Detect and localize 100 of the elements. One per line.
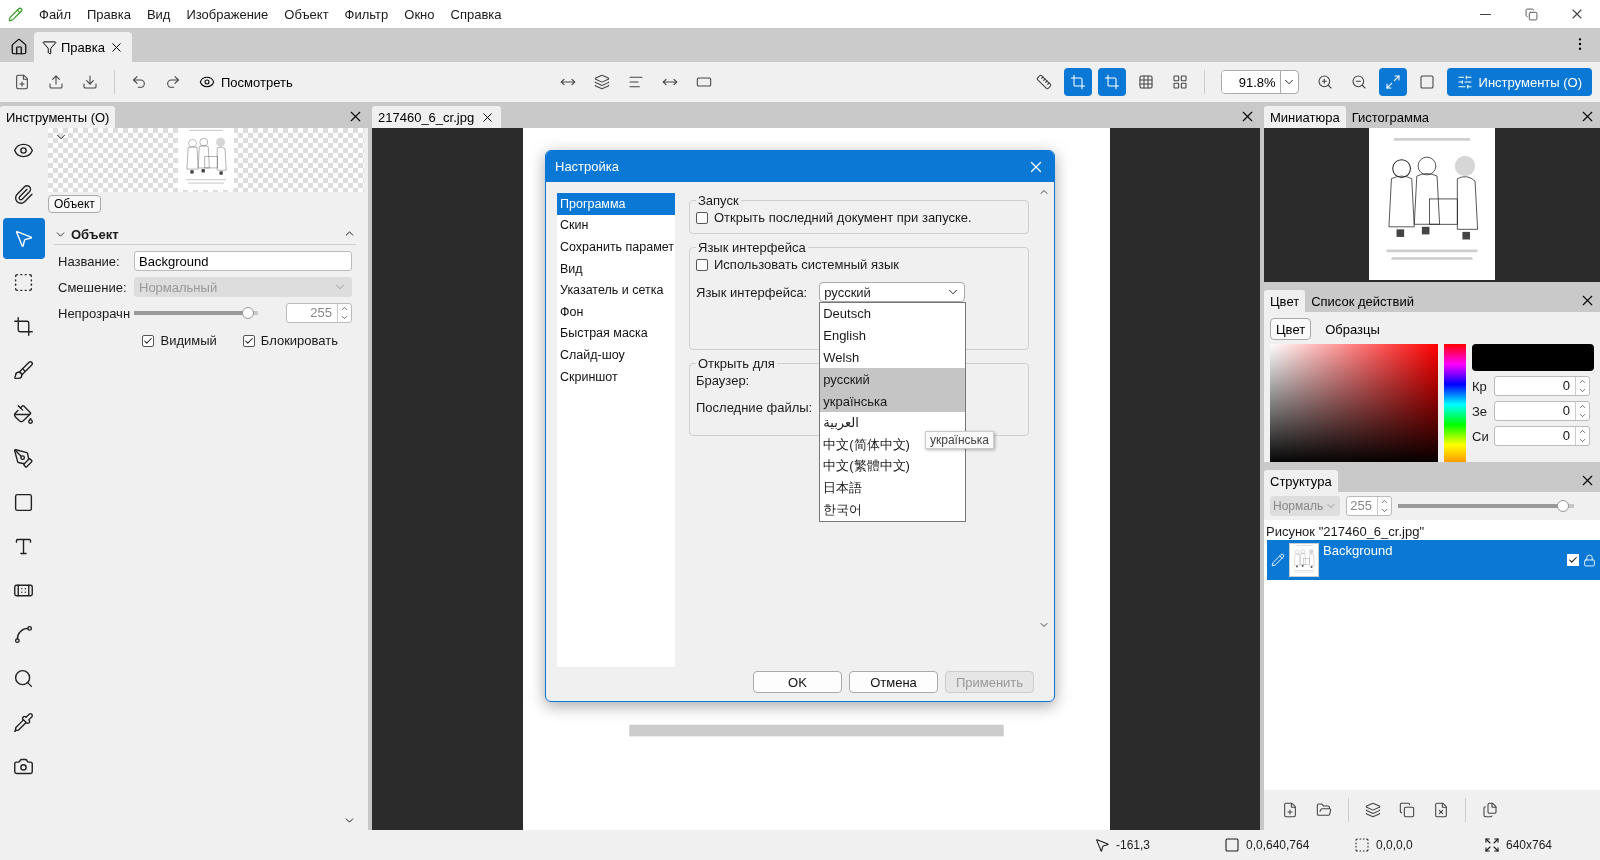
lock-icon: [1583, 553, 1596, 567]
pointer-icon: [13, 228, 34, 249]
channel-field[interactable]: 0: [1494, 401, 1590, 421]
nav-item[interactable]: Быстрая маска: [557, 322, 675, 345]
channel-label: Си: [1472, 428, 1490, 444]
spin-up-icon: [1578, 402, 1587, 411]
dropdown-option[interactable]: English: [820, 324, 966, 347]
document-tab[interactable]: 217460_6_cr.jpg: [372, 106, 502, 128]
channel-label: Зе: [1472, 403, 1489, 419]
object-button[interactable]: Объект: [48, 195, 101, 213]
visibility-checkbox[interactable]: [1567, 554, 1579, 566]
color-gradient[interactable]: [1270, 344, 1438, 465]
view-button[interactable]: Посмотреть: [193, 68, 299, 96]
pointer-tool[interactable]: [2, 218, 45, 259]
upload-icon: [48, 74, 64, 90]
menu-item[interactable]: Окно: [396, 6, 443, 22]
panel-tab[interactable]: Цвет: [1264, 290, 1306, 312]
files-icon: [1482, 802, 1498, 818]
sub-tab[interactable]: Цвет: [1270, 318, 1312, 340]
hue-bar[interactable]: [1444, 344, 1466, 465]
menu-item[interactable]: Справка: [442, 6, 510, 22]
frame-icon: [1418, 74, 1435, 90]
folder-icon: [1316, 802, 1332, 818]
checkbox[interactable]: [142, 334, 155, 347]
panel-tab[interactable]: Список действий: [1305, 290, 1420, 312]
pencil-icon: [1271, 553, 1285, 567]
pen-icon: [13, 448, 34, 469]
channel-field[interactable]: 0: [1494, 426, 1590, 446]
panel-tab[interactable]: Структура: [1264, 470, 1338, 492]
nav-item[interactable]: Скриншот: [557, 365, 675, 388]
dropdown-option[interactable]: Deutsch: [820, 303, 966, 325]
nav-item[interactable]: Сохранить парамет: [557, 236, 675, 258]
panel-tab[interactable]: Миниатюра: [1264, 106, 1346, 128]
panel-tab[interactable]: Гистограмма: [1345, 106, 1436, 128]
checkbox[interactable]: [696, 211, 708, 224]
spin-down-icon: [1578, 386, 1587, 395]
minimize-icon: [1479, 13, 1491, 15]
nav-item[interactable]: Вид: [557, 257, 675, 280]
channel-label: Кр: [1472, 378, 1488, 394]
menu-item[interactable]: Объект: [276, 6, 337, 22]
zoom-field[interactable]: 91.8%: [1220, 70, 1299, 94]
new-file-icon: [1282, 802, 1298, 818]
menu-item[interactable]: Вид: [138, 6, 179, 22]
layers-icon: [1365, 802, 1381, 818]
dropdown-option[interactable]: русский: [820, 368, 966, 391]
dropdown-option[interactable]: 中文(繁體中文): [820, 455, 966, 478]
spin-up-icon: [340, 304, 349, 313]
spin-down-icon: [1578, 411, 1587, 420]
nav-item[interactable]: Указатель и сетка: [557, 279, 675, 301]
nav-item[interactable]: Фон: [557, 300, 675, 323]
crop-icon: [13, 316, 34, 337]
checkbox-label: Использовать системный язык: [714, 257, 899, 272]
zoom-out-icon: [1350, 74, 1367, 90]
group-title: Запуск: [697, 193, 740, 208]
dropdown-option[interactable]: 日本語: [820, 477, 966, 500]
dropdown-option[interactable]: 한국어: [820, 499, 966, 521]
rectangle-icon: [13, 492, 34, 513]
sub-tab[interactable]: Образцы: [1319, 318, 1386, 340]
nav-item[interactable]: Слайд-шоу: [557, 344, 675, 366]
dropdown-option[interactable]: العربية: [820, 412, 966, 434]
channel-field[interactable]: 0: [1494, 376, 1590, 396]
crop-help-button[interactable]: [1097, 68, 1126, 96]
fit-icon: [1384, 74, 1401, 90]
checkbox-label: Блокировать: [260, 333, 338, 348]
layer-row[interactable]: Background: [1267, 540, 1600, 580]
crop-button[interactable]: [1063, 68, 1092, 96]
zoom-in-icon: [1316, 74, 1333, 90]
menu-item[interactable]: Правка: [78, 6, 139, 22]
menu-item[interactable]: Фильтр: [336, 6, 397, 22]
panel-tab[interactable]: Инструменты (O): [0, 106, 116, 128]
dropdown-option[interactable]: українська: [820, 390, 966, 412]
pipette-icon: [13, 712, 34, 733]
dialog-button[interactable]: Отмена: [849, 671, 938, 693]
tooltip: українська: [925, 431, 994, 449]
zoom-icon: [13, 668, 34, 689]
checkbox[interactable]: [696, 258, 708, 271]
dropdown-option[interactable]: Welsh: [820, 346, 966, 369]
nav-item[interactable]: Программа: [557, 193, 675, 215]
name-field[interactable]: Background: [134, 251, 352, 271]
menu-item[interactable]: Файл: [31, 6, 79, 22]
field-label: Последние файлы:: [696, 400, 813, 415]
text-icon: [13, 536, 34, 557]
group-title: Язык интерфейса: [697, 240, 807, 255]
restore-icon: [1524, 7, 1538, 21]
layers-icon: [593, 74, 610, 90]
redo-icon: [165, 74, 181, 90]
checkbox[interactable]: [242, 334, 255, 347]
tools-button[interactable]: Инструменты (O): [1446, 68, 1592, 96]
fit-button[interactable]: [1378, 68, 1407, 96]
selection-icon: [13, 272, 34, 293]
spin-down-icon: [1578, 436, 1587, 445]
section-title: Объект: [71, 227, 119, 242]
dialog-button[interactable]: OK: [753, 671, 842, 693]
curve-icon: [13, 624, 34, 645]
document-tab[interactable]: Правка: [34, 32, 132, 62]
grid-icon: [1137, 74, 1154, 90]
nav-item[interactable]: Скин: [557, 214, 675, 237]
camera-icon: [13, 756, 34, 777]
file-x-icon: [1433, 802, 1449, 818]
menu-item[interactable]: Изображение: [178, 6, 277, 22]
